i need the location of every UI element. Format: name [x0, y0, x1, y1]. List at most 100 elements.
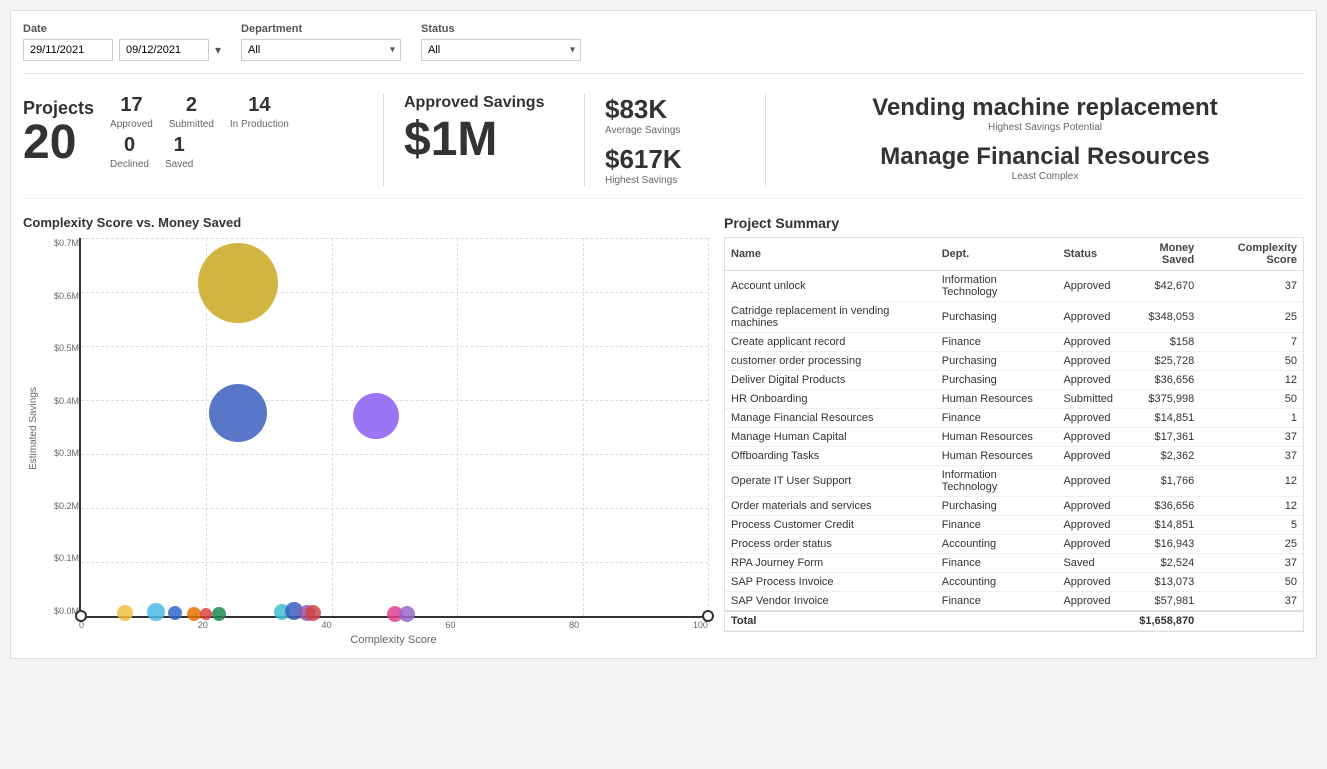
named-projects-kpi: Vending machine replacement Highest Savi…	[786, 94, 1304, 182]
cell-dept: Information Technology	[936, 466, 1058, 497]
cell-name: Account unlock	[725, 271, 936, 302]
y-tick-06: $0.6M	[54, 291, 79, 301]
cell-complexity: 7	[1200, 333, 1303, 352]
cell-name: HR Onboarding	[725, 390, 936, 409]
grid-h-3	[81, 400, 708, 401]
filters-row: Date ▾ Department All Finance Purchasing…	[23, 23, 1304, 74]
cell-dept: Human Resources	[936, 390, 1058, 409]
cell-complexity: 12	[1200, 466, 1303, 497]
table-row[interactable]: Create applicant record Finance Approved…	[725, 333, 1303, 352]
table-row[interactable]: Account unlock Information Technology Ap…	[725, 271, 1303, 302]
cell-status: Approved	[1057, 592, 1119, 612]
projects-total: 20	[23, 119, 94, 167]
table-row[interactable]: Deliver Digital Products Purchasing Appr…	[725, 371, 1303, 390]
least-complex-label: Least Complex	[786, 171, 1304, 182]
submitted-num: 2	[186, 94, 197, 117]
bubble-item-6[interactable]	[212, 607, 226, 621]
status-select[interactable]: All Approved Submitted Saved Declined In…	[421, 39, 581, 61]
cell-complexity: 25	[1200, 535, 1303, 554]
approved-savings-label: Approved Savings	[404, 94, 564, 112]
table-row[interactable]: HR Onboarding Human Resources Submitted …	[725, 390, 1303, 409]
bubble-offboarding[interactable]	[305, 605, 321, 621]
cell-complexity: 37	[1200, 271, 1303, 302]
total-label: Total	[725, 611, 1119, 631]
table-row[interactable]: Manage Financial Resources Finance Appro…	[725, 409, 1303, 428]
bubble-hr-onboarding[interactable]	[209, 384, 267, 442]
cell-dept: Purchasing	[936, 371, 1058, 390]
table-wrapper[interactable]: Name Dept. Status Money Saved Complexity…	[724, 237, 1304, 632]
y-tick-01: $0.1M	[54, 553, 79, 563]
bubble-rpa[interactable]	[399, 606, 415, 622]
y-tick-07: $0.7M	[54, 238, 79, 248]
bubble-create-applicant[interactable]	[117, 605, 133, 621]
cell-dept: Finance	[936, 409, 1058, 428]
submitted-stat: 2 Submitted	[169, 94, 214, 130]
slider-right-handle[interactable]	[702, 610, 714, 622]
least-complex-name: Manage Financial Resources	[786, 143, 1304, 171]
cell-money: $14,851	[1119, 516, 1200, 535]
grid-h-1	[81, 292, 708, 293]
bubble-deliver-digital[interactable]	[353, 393, 399, 439]
cell-status: Approved	[1057, 516, 1119, 535]
date-to-input[interactable]	[119, 39, 209, 61]
department-select[interactable]: All Finance Purchasing Human Resources I…	[241, 39, 401, 61]
slider-left-handle[interactable]	[75, 610, 87, 622]
table-row[interactable]: customer order processing Purchasing App…	[725, 352, 1303, 371]
cell-status: Approved	[1057, 573, 1119, 592]
date-from-input[interactable]	[23, 39, 113, 61]
y-axis-label: Estimated Savings	[28, 387, 39, 470]
table-row[interactable]: Operate IT User Support Information Tech…	[725, 466, 1303, 497]
cell-name: Catridge replacement in vending machines	[725, 302, 936, 333]
y-tick-02: $0.2M	[54, 501, 79, 511]
cell-complexity: 37	[1200, 428, 1303, 447]
bubble-item-3[interactable]	[168, 606, 182, 620]
cell-status: Approved	[1057, 497, 1119, 516]
cell-money: $42,670	[1119, 271, 1200, 302]
cell-status: Approved	[1057, 333, 1119, 352]
cell-status: Saved	[1057, 554, 1119, 573]
bubble-catridge[interactable]	[198, 243, 278, 323]
project-summary-table: Name Dept. Status Money Saved Complexity…	[725, 238, 1303, 631]
saved-num: 1	[174, 134, 185, 157]
col-money[interactable]: Money Saved	[1119, 238, 1200, 271]
table-row[interactable]: SAP Vendor Invoice Finance Approved $57,…	[725, 592, 1303, 612]
cell-name: RPA Journey Form	[725, 554, 936, 573]
bubble-account-unlock[interactable]	[147, 603, 165, 621]
col-status[interactable]: Status	[1057, 238, 1119, 271]
cell-name: SAP Vendor Invoice	[725, 592, 936, 612]
highest-potential-label: Highest Savings Potential	[786, 122, 1304, 133]
table-row[interactable]: Manage Human Capital Human Resources App…	[725, 428, 1303, 447]
table-row[interactable]: Process Customer Credit Finance Approved…	[725, 516, 1303, 535]
cell-name: Create applicant record	[725, 333, 936, 352]
table-row[interactable]: Offboarding Tasks Human Resources Approv…	[725, 447, 1303, 466]
table-row[interactable]: Catridge replacement in vending machines…	[725, 302, 1303, 333]
cell-dept: Purchasing	[936, 302, 1058, 333]
grid-h-6	[81, 562, 708, 563]
highest-savings-label: Highest Savings	[605, 175, 745, 186]
cell-dept: Purchasing	[936, 497, 1058, 516]
col-name[interactable]: Name	[725, 238, 936, 271]
col-dept[interactable]: Dept.	[936, 238, 1058, 271]
cell-money: $14,851	[1119, 409, 1200, 428]
bubble-item-5[interactable]	[200, 608, 212, 620]
grid-h-4	[81, 454, 708, 455]
table-row[interactable]: Process order status Accounting Approved…	[725, 535, 1303, 554]
cell-complexity: 37	[1200, 554, 1303, 573]
table-row[interactable]: SAP Process Invoice Accounting Approved …	[725, 573, 1303, 592]
table-title: Project Summary	[724, 215, 1304, 231]
cell-money: $348,053	[1119, 302, 1200, 333]
col-complexity[interactable]: Complexity Score	[1200, 238, 1303, 271]
bubble-item-4[interactable]	[187, 607, 201, 621]
cell-complexity: 37	[1200, 592, 1303, 612]
cell-dept: Human Resources	[936, 447, 1058, 466]
cell-name: Order materials and services	[725, 497, 936, 516]
cell-complexity: 25	[1200, 302, 1303, 333]
cell-dept: Finance	[936, 516, 1058, 535]
cell-money: $2,524	[1119, 554, 1200, 573]
projects-kpi: Projects 20	[23, 98, 94, 167]
cell-complexity: 12	[1200, 371, 1303, 390]
cell-money: $16,943	[1119, 535, 1200, 554]
table-row[interactable]: Order materials and services Purchasing …	[725, 497, 1303, 516]
table-row[interactable]: RPA Journey Form Finance Saved $2,524 37	[725, 554, 1303, 573]
grid-v-2	[332, 238, 333, 616]
